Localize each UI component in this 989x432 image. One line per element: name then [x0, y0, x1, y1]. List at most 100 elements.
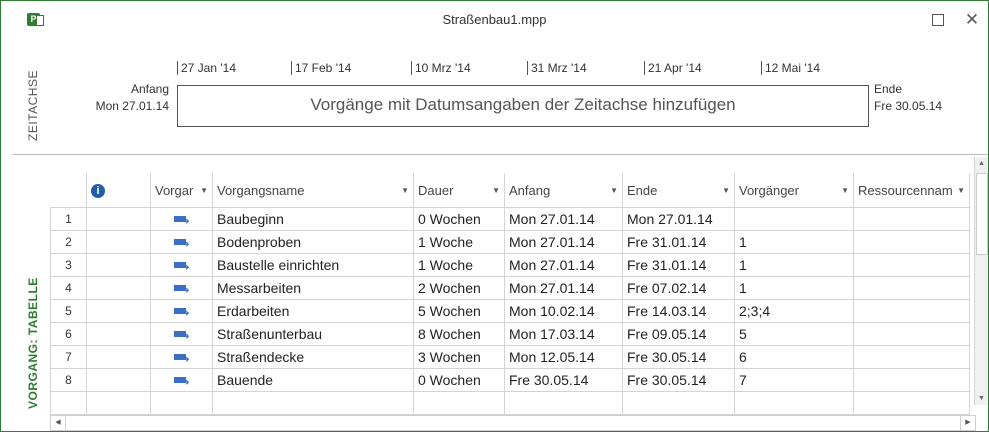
- column-header-predecessors[interactable]: Vorgänger ▼: [734, 173, 854, 208]
- info-cell[interactable]: [86, 230, 151, 254]
- table-row[interactable]: 6 ➜ Straßenunterbau 8 Wochen Mon 17.03.14 Fre…: [50, 322, 970, 346]
- horizontal-scrollbar[interactable]: ◀ ▶: [50, 415, 976, 431]
- predecessors-cell[interactable]: 1: [734, 276, 854, 300]
- predecessors-cell[interactable]: 7: [734, 368, 854, 392]
- resources-cell[interactable]: [853, 230, 970, 254]
- column-header-start[interactable]: Anfang ▼: [504, 173, 623, 208]
- resources-cell[interactable]: [853, 345, 970, 369]
- duration-cell[interactable]: 3 Wochen: [413, 345, 505, 369]
- column-header-info[interactable]: i: [86, 173, 151, 208]
- duration-cell[interactable]: 0 Wochen: [413, 368, 505, 392]
- task-mode-cell[interactable]: ➜: [150, 230, 213, 254]
- task-name-cell[interactable]: Baubeginn: [212, 207, 414, 231]
- chevron-down-icon[interactable]: ▼: [610, 186, 618, 195]
- close-button[interactable]: ✕: [962, 10, 982, 30]
- task-name-cell[interactable]: Erdarbeiten: [212, 299, 414, 323]
- predecessors-cell[interactable]: 1: [734, 230, 854, 254]
- start-cell[interactable]: Mon 12.05.14: [504, 345, 623, 369]
- finish-cell[interactable]: Fre 30.05.14: [622, 345, 735, 369]
- chevron-down-icon[interactable]: ▼: [957, 186, 965, 195]
- start-cell[interactable]: Mon 10.02.14: [504, 299, 623, 323]
- resources-cell[interactable]: [853, 299, 970, 323]
- task-mode-cell[interactable]: ➜: [150, 368, 213, 392]
- task-name-cell[interactable]: Straßenunterbau: [212, 322, 414, 346]
- task-mode-cell[interactable]: ➜: [150, 276, 213, 300]
- resources-cell[interactable]: [853, 276, 970, 300]
- column-header-name[interactable]: Vorgangsname ▼: [212, 173, 414, 208]
- vertical-scroll-thumb[interactable]: [976, 173, 988, 255]
- scroll-down-button[interactable]: ▼: [975, 392, 988, 405]
- start-cell[interactable]: Mon 27.01.14: [504, 230, 623, 254]
- table-row[interactable]: 4 ➜ Messarbeiten 2 Wochen Mon 27.01.14 Fre 07…: [50, 276, 970, 300]
- task-name-cell[interactable]: Bauende: [212, 368, 414, 392]
- start-cell[interactable]: Mon 27.01.14: [504, 253, 623, 277]
- scroll-up-button[interactable]: ▲: [975, 157, 988, 170]
- info-cell[interactable]: [86, 253, 151, 277]
- duration-cell[interactable]: 2 Wochen: [413, 276, 505, 300]
- task-name-cell[interactable]: Baustelle einrichten: [212, 253, 414, 277]
- column-header-resources[interactable]: Ressourcennam ▼: [853, 173, 970, 208]
- row-number[interactable]: 5: [50, 299, 87, 323]
- resources-cell[interactable]: [853, 253, 970, 277]
- task-mode-cell[interactable]: ➜: [150, 253, 213, 277]
- finish-cell[interactable]: Fre 07.02.14: [622, 276, 735, 300]
- finish-cell[interactable]: Mon 27.01.14: [622, 207, 735, 231]
- task-name-cell[interactable]: Straßendecke: [212, 345, 414, 369]
- resources-cell[interactable]: [853, 368, 970, 392]
- start-cell[interactable]: Fre 30.05.14: [504, 368, 623, 392]
- predecessors-cell[interactable]: 2;3;4: [734, 299, 854, 323]
- horizontal-scroll-thumb[interactable]: [67, 418, 957, 427]
- chevron-down-icon[interactable]: ▼: [722, 186, 730, 195]
- info-cell[interactable]: [86, 368, 151, 392]
- row-number[interactable]: 4: [50, 276, 87, 300]
- info-cell[interactable]: [86, 299, 151, 323]
- chevron-down-icon[interactable]: ▼: [492, 186, 500, 195]
- predecessors-cell[interactable]: 6: [734, 345, 854, 369]
- task-mode-cell[interactable]: ➜: [150, 345, 213, 369]
- predecessors-cell[interactable]: 5: [734, 322, 854, 346]
- finish-cell[interactable]: Fre 09.05.14: [622, 322, 735, 346]
- row-number[interactable]: 6: [50, 322, 87, 346]
- task-name-cell[interactable]: Messarbeiten: [212, 276, 414, 300]
- finish-cell[interactable]: Fre 31.01.14: [622, 253, 735, 277]
- start-cell[interactable]: Mon 27.01.14: [504, 207, 623, 231]
- chevron-down-icon[interactable]: ▼: [200, 186, 208, 195]
- timeline-pane[interactable]: ZEITACHSE Anfang Mon 27.01.14 27 Jan '14…: [1, 39, 988, 154]
- start-cell[interactable]: Mon 27.01.14: [504, 276, 623, 300]
- row-number[interactable]: 2: [50, 230, 87, 254]
- info-cell[interactable]: [86, 276, 151, 300]
- scroll-right-button[interactable]: ▶: [960, 416, 975, 430]
- info-cell[interactable]: [86, 322, 151, 346]
- info-cell[interactable]: [86, 345, 151, 369]
- row-number[interactable]: 1: [50, 207, 87, 231]
- empty-row[interactable]: [50, 391, 970, 415]
- task-mode-cell[interactable]: ➜: [150, 322, 213, 346]
- resources-cell[interactable]: [853, 322, 970, 346]
- timeline-bar[interactable]: Vorgänge mit Datumsangaben der Zeitachse…: [177, 85, 869, 127]
- duration-cell[interactable]: 5 Wochen: [413, 299, 505, 323]
- table-row[interactable]: 2 ➜ Bodenproben 1 Woche Mon 27.01.14 Fre 31.0…: [50, 230, 970, 254]
- finish-cell[interactable]: Fre 30.05.14: [622, 368, 735, 392]
- info-cell[interactable]: [86, 207, 151, 231]
- vertical-scrollbar[interactable]: ▲ ▼: [974, 157, 988, 405]
- table-row[interactable]: 1 ➜ Baubeginn 0 Wochen Mon 27.01.14 Mon 27.01…: [50, 207, 970, 231]
- duration-cell[interactable]: 1 Woche: [413, 253, 505, 277]
- chevron-down-icon[interactable]: ▼: [401, 186, 409, 195]
- table-row[interactable]: 5 ➜ Erdarbeiten 5 Wochen Mon 10.02.14 Fre 14.…: [50, 299, 970, 323]
- task-mode-cell[interactable]: ➜: [150, 207, 213, 231]
- finish-cell[interactable]: Fre 31.01.14: [622, 230, 735, 254]
- column-header-mode[interactable]: Vorgar ▼: [150, 173, 213, 208]
- table-row[interactable]: 7 ➜ Straßendecke 3 Wochen Mon 12.05.14 Fre 30…: [50, 345, 970, 369]
- column-header-duration[interactable]: Dauer ▼: [413, 173, 505, 208]
- row-number[interactable]: 3: [50, 253, 87, 277]
- chevron-down-icon[interactable]: ▼: [841, 186, 849, 195]
- predecessors-cell[interactable]: 1: [734, 253, 854, 277]
- task-name-cell[interactable]: Bodenproben: [212, 230, 414, 254]
- resources-cell[interactable]: [853, 207, 970, 231]
- table-row[interactable]: 3 ➜ Baustelle einrichten 1 Woche Mon 27.01.1…: [50, 253, 970, 277]
- finish-cell[interactable]: Fre 14.03.14: [622, 299, 735, 323]
- select-all-cell[interactable]: [50, 173, 87, 208]
- pane-divider[interactable]: [13, 154, 988, 155]
- duration-cell[interactable]: 1 Woche: [413, 230, 505, 254]
- table-row[interactable]: 8 ➜ Bauende 0 Wochen Fre 30.05.14 Fre 30.05.1…: [50, 368, 970, 392]
